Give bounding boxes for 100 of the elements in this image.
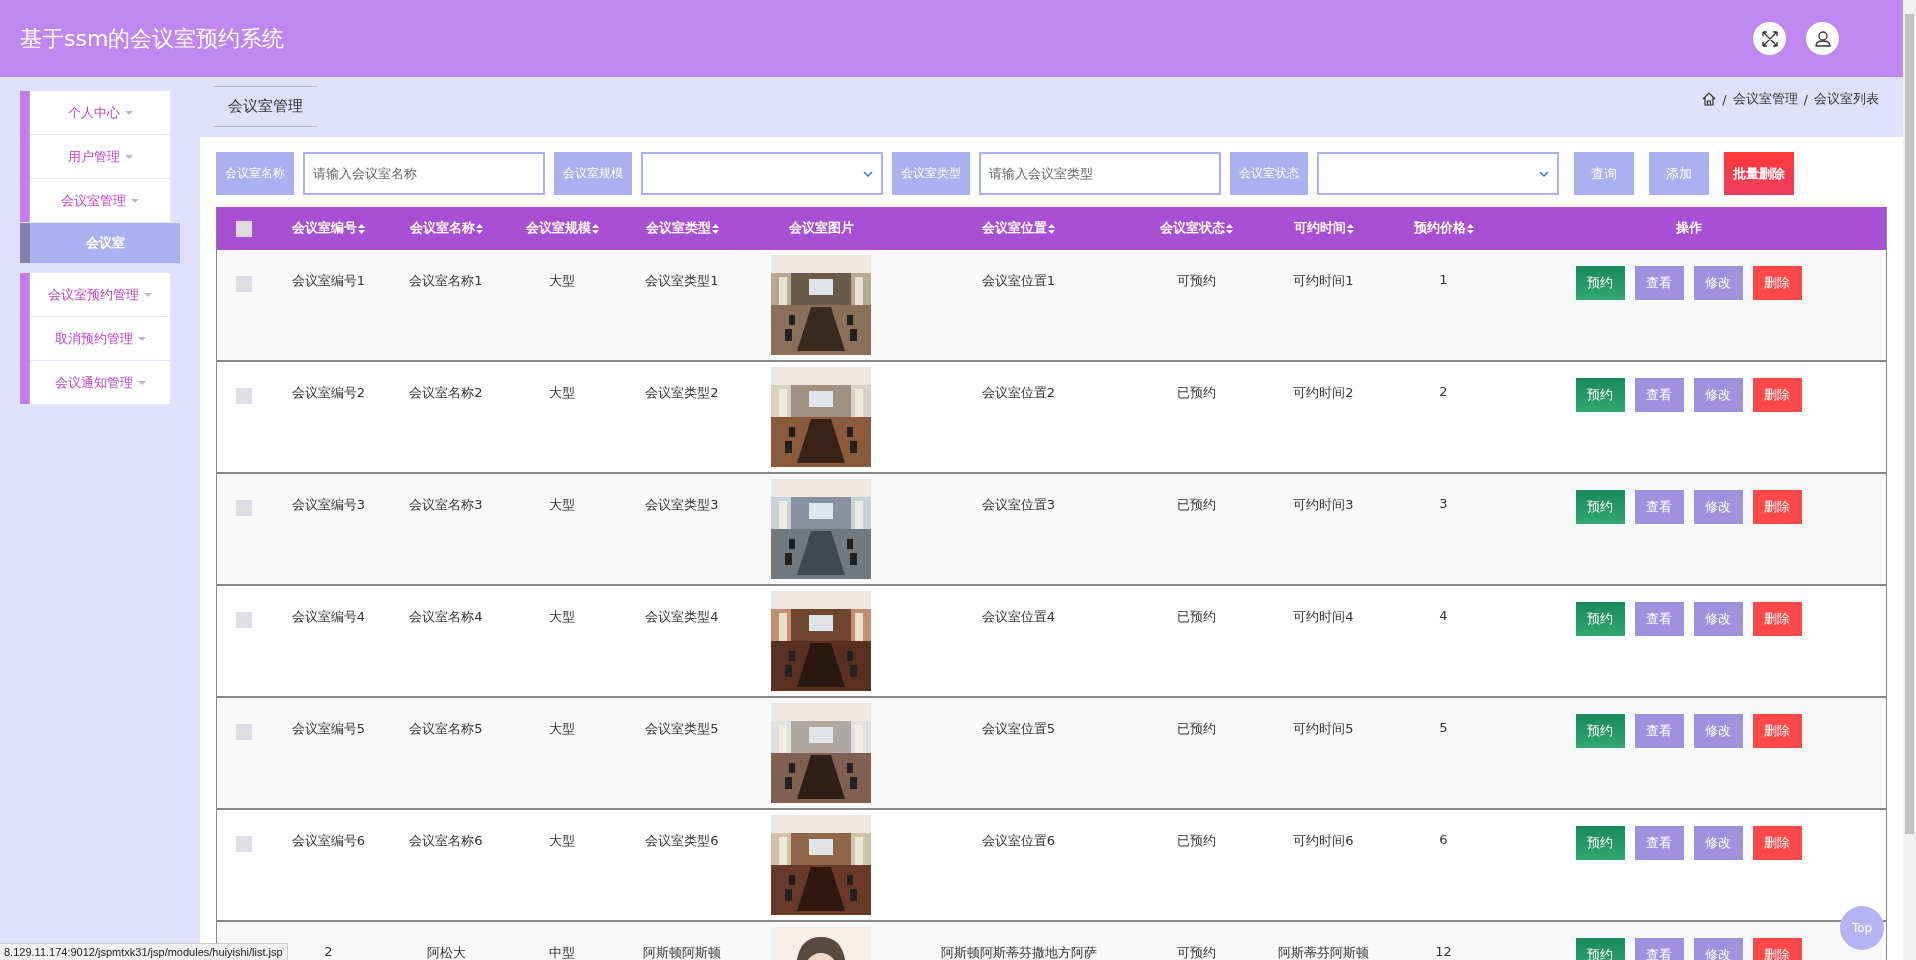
view-button[interactable]: 查看 [1634,378,1684,412]
menu-item[interactable]: 会议室管理 [30,179,170,222]
book-button[interactable]: 预约 [1575,714,1625,748]
delete-button[interactable]: 删除 [1752,378,1802,412]
filter-button[interactable]: 添加 [1649,152,1709,195]
row-checkbox[interactable] [236,612,252,628]
menu-item[interactable]: 会议通知管理 [30,361,170,404]
breadcrumb-link[interactable]: 会议室列表 [1814,90,1879,108]
delete-button[interactable]: 删除 [1752,266,1802,300]
user-icon[interactable] [1806,22,1839,55]
table-cell: 中型 [549,945,575,960]
home-icon[interactable] [1702,92,1717,106]
caret-icon [124,154,133,159]
view-button[interactable]: 查看 [1634,826,1684,860]
book-button[interactable]: 预约 [1575,602,1625,636]
column-header[interactable]: 会议室类型 [645,220,711,237]
page-tab[interactable]: 会议室管理 [214,85,317,127]
row-checkbox[interactable] [236,388,252,404]
table-cell: 可约时间3 [1293,497,1354,512]
column-header[interactable]: 会议室规模 [525,220,591,237]
book-button[interactable]: 预约 [1575,378,1625,412]
select-all-checkbox[interactable] [236,220,252,237]
delete-button[interactable]: 删除 [1752,490,1802,524]
breadcrumb-separator: / [1722,91,1727,107]
row-checkbox[interactable] [236,724,252,740]
row-checkbox[interactable] [236,500,252,516]
sort-icon[interactable] [358,223,365,234]
submenu-item[interactable]: 会议室 [20,223,180,263]
sort-icon[interactable] [1225,223,1233,234]
table-cell: 可约时间2 [1293,385,1354,400]
table-cell: 可约时间1 [1293,273,1354,288]
sort-icon[interactable] [1346,223,1354,234]
sort-icon[interactable] [591,223,599,234]
column-header[interactable]: 会议室状态 [1159,220,1225,237]
menu-item[interactable]: 取消预约管理 [30,317,170,360]
table-cell: 大型 [549,833,575,848]
caret-icon [137,380,146,385]
table-cell: 会议室编号3 [291,497,366,512]
column-header[interactable]: 预约价格 [1413,220,1466,237]
view-button[interactable]: 查看 [1634,714,1684,748]
edit-button[interactable]: 修改 [1693,266,1743,300]
select-field[interactable] [1317,152,1559,195]
delete-button[interactable]: 删除 [1752,938,1802,960]
edit-button[interactable]: 修改 [1693,602,1743,636]
filter-label: 会议室状态 [1230,152,1308,195]
delete-button[interactable]: 删除 [1752,714,1802,748]
table-cell: 大型 [549,721,575,736]
column-header[interactable]: 可约时间 [1293,220,1346,237]
delete-button[interactable]: 删除 [1752,602,1802,636]
table-cell: 阿斯顿阿斯蒂芬撒地方阿萨 [940,945,1097,960]
breadcrumb-link[interactable]: 会议室管理 [1732,90,1798,108]
filter-label: 会议室类型 [892,152,970,195]
edit-button[interactable]: 修改 [1693,490,1743,524]
filter-button[interactable]: 查询 [1574,152,1634,195]
book-button[interactable]: 预约 [1575,266,1625,300]
view-button[interactable]: 查看 [1634,266,1684,300]
table-cell: 会议室类型6 [645,833,719,848]
table-cell: 会议室编号6 [291,833,366,848]
table-cell: 6 [1439,832,1448,847]
column-header[interactable]: 会议室名称 [409,220,475,237]
app-title: 基于ssm的会议室预约系统 [20,24,286,53]
text-field[interactable]: 请输入会议室名称 [303,152,545,195]
column-header[interactable]: 会议室编号 [292,220,357,237]
sort-icon[interactable] [711,223,719,234]
table-cell: 会议室名称1 [409,273,483,288]
sort-icon[interactable] [1466,223,1474,234]
table-cell: 已预约 [1176,609,1216,624]
table-cell: 会议室类型3 [645,497,719,512]
row-checkbox[interactable] [236,836,252,852]
row-checkbox[interactable] [236,276,252,292]
sort-icon[interactable] [475,223,483,234]
sort-icon[interactable] [1048,223,1055,234]
menu-item[interactable]: 用户管理 [30,135,170,178]
table-cell: 会议室名称4 [409,609,483,624]
menu-item[interactable]: 个人中心 [30,91,170,134]
filter-label: 会议室名称 [216,152,294,195]
edit-button[interactable]: 修改 [1693,714,1743,748]
book-button[interactable]: 预约 [1575,826,1625,860]
text-field[interactable]: 请输入会议室类型 [979,152,1221,195]
edit-button[interactable]: 修改 [1693,378,1743,412]
column-header[interactable]: 会议室位置 [982,220,1047,237]
view-button[interactable]: 查看 [1634,602,1684,636]
edit-button[interactable]: 修改 [1693,826,1743,860]
scrollbar[interactable] [1903,0,1916,960]
view-button[interactable]: 查看 [1634,490,1684,524]
table-cell: 可预约 [1176,945,1216,960]
view-button[interactable]: 查看 [1634,938,1684,960]
delete-button[interactable]: 删除 [1752,826,1802,860]
table-cell: 已预约 [1176,721,1216,736]
caret-icon [131,198,139,203]
menu-item[interactable]: 会议室预约管理 [30,273,170,316]
fullscreen-icon[interactable] [1753,22,1786,55]
book-button[interactable]: 预约 [1575,938,1625,960]
breadcrumb-separator: / [1803,91,1808,107]
table-cell: 可预约 [1176,273,1216,288]
select-field[interactable] [641,152,883,195]
book-button[interactable]: 预约 [1575,490,1625,524]
batch-delete-button[interactable]: 批量删除 [1724,152,1794,195]
table-cell: 会议室编号5 [291,721,366,736]
table-cell: 会议室位置2 [981,385,1056,400]
